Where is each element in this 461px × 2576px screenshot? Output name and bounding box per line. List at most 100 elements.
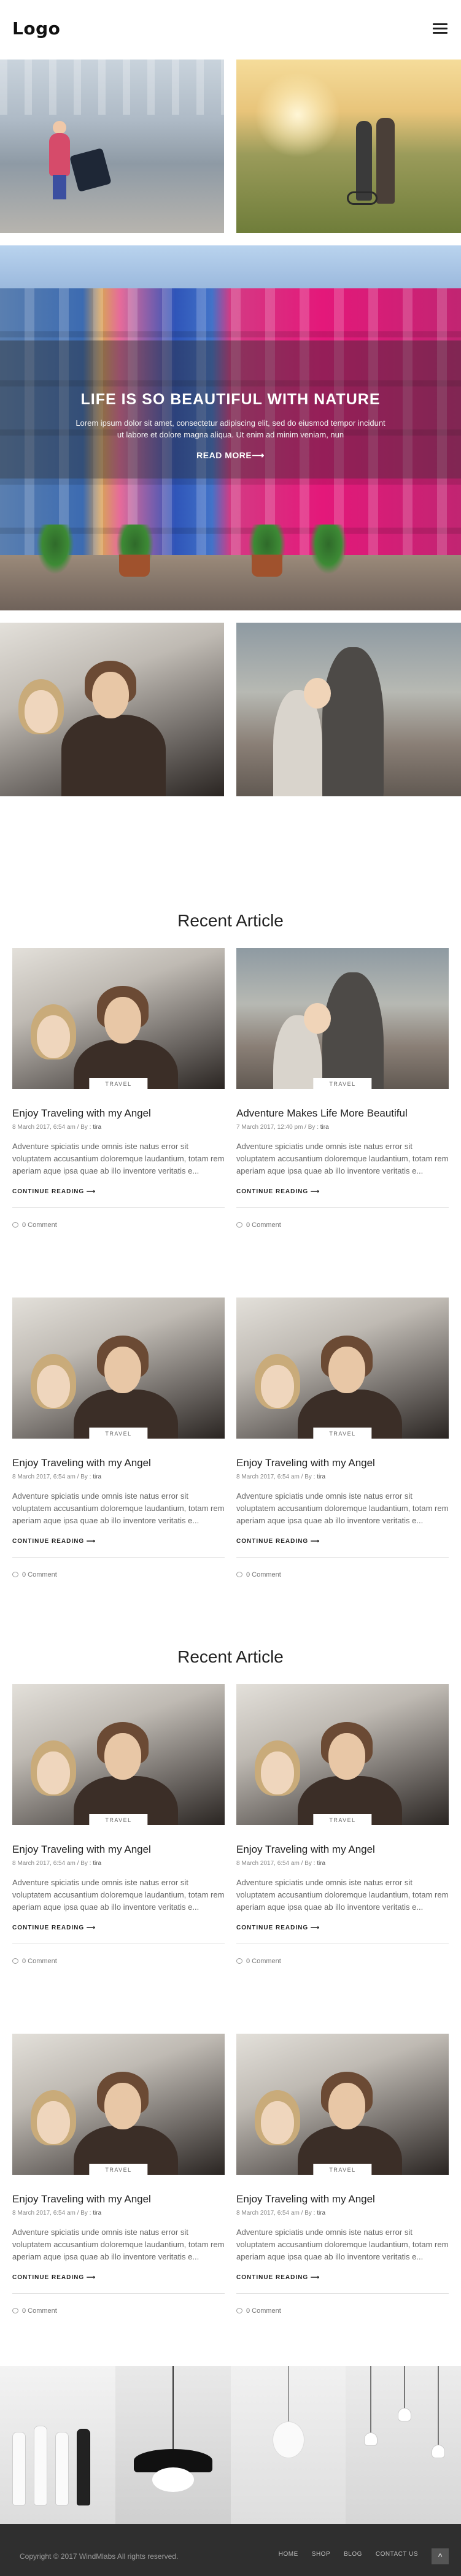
flower-pot bbox=[252, 555, 282, 577]
face bbox=[104, 1733, 141, 1780]
article-author[interactable]: tira bbox=[317, 2210, 325, 2217]
comment-link[interactable]: 0 Comment bbox=[12, 1221, 225, 1229]
section-title: Recent Article bbox=[177, 911, 284, 930]
article-date: 8 March 2017, 6:54 am bbox=[12, 1860, 76, 1867]
article-title[interactable]: Enjoy Traveling with my Angel bbox=[236, 1457, 449, 1469]
face bbox=[37, 1015, 70, 1058]
comment-link[interactable]: 0 Comment bbox=[236, 1221, 449, 1229]
bottles-photo[interactable] bbox=[0, 2366, 115, 2524]
footer-nav-contact[interactable]: CONTACT US bbox=[376, 2551, 418, 2558]
article-title[interactable]: Adventure Makes Life More Beautiful bbox=[236, 1107, 449, 1120]
category-tag[interactable]: TRAVEL bbox=[89, 1078, 148, 1089]
article-author[interactable]: tira bbox=[93, 1474, 101, 1480]
category-tag[interactable]: TRAVEL bbox=[313, 1814, 372, 1825]
face bbox=[37, 1365, 70, 1408]
site-logo[interactable]: Logo bbox=[12, 18, 60, 39]
article-image[interactable]: TRAVEL bbox=[12, 2034, 225, 2175]
comment-icon bbox=[12, 1958, 18, 1964]
bicycle bbox=[347, 191, 378, 205]
comment-link[interactable]: 0 Comment bbox=[12, 1571, 225, 1578]
arrow-right-icon: ⟶ bbox=[86, 1538, 96, 1545]
article-title[interactable]: Enjoy Traveling with my Angel bbox=[236, 2193, 449, 2205]
sun-glow bbox=[255, 72, 341, 158]
category-tag[interactable]: TRAVEL bbox=[313, 1078, 372, 1089]
article-image[interactable]: TRAVEL bbox=[12, 948, 225, 1089]
category-tag[interactable]: TRAVEL bbox=[89, 1814, 148, 1825]
article-title[interactable]: Enjoy Traveling with my Angel bbox=[12, 1107, 225, 1120]
comment-link[interactable]: 0 Comment bbox=[12, 2307, 225, 2315]
footer-nav-blog[interactable]: BLOG bbox=[344, 2551, 362, 2558]
article-image[interactable]: TRAVEL bbox=[236, 1298, 449, 1439]
arrow-right-icon: ⟶ bbox=[310, 1538, 320, 1545]
article-author[interactable]: tira bbox=[93, 1860, 101, 1867]
article-author[interactable]: tira bbox=[317, 1474, 325, 1480]
black-lamp-photo[interactable] bbox=[115, 2366, 231, 2524]
face bbox=[104, 2083, 141, 2129]
child bbox=[304, 1003, 331, 1034]
article-image[interactable]: TRAVEL bbox=[236, 948, 449, 1089]
continue-reading-label: CONTINUE READING bbox=[12, 1924, 85, 1931]
article-meta: 8 March 2017, 6:54 am / By : tira bbox=[236, 1860, 326, 1867]
hamburger-menu-icon[interactable] bbox=[433, 23, 447, 34]
article-by: By : bbox=[80, 1860, 91, 1867]
category-tag[interactable]: TRAVEL bbox=[313, 2164, 372, 2175]
article-author[interactable]: tira bbox=[93, 1124, 101, 1131]
women-photo[interactable] bbox=[0, 623, 224, 796]
footer-nav-home[interactable]: HOME bbox=[279, 2551, 298, 2558]
article-date: 8 March 2017, 6:54 am bbox=[236, 2210, 300, 2217]
white-lamp-photo[interactable] bbox=[230, 2366, 346, 2524]
article-author[interactable]: tira bbox=[317, 1860, 325, 1867]
comment-count: 0 Comment bbox=[246, 1958, 281, 1965]
continue-reading-link[interactable]: CONTINUE READING ⟶ bbox=[236, 1188, 449, 1195]
article-title[interactable]: Enjoy Traveling with my Angel bbox=[12, 2193, 225, 2205]
comment-count: 0 Comment bbox=[246, 2307, 281, 2315]
continue-reading-link[interactable]: CONTINUE READING ⟶ bbox=[236, 1538, 449, 1545]
article-image[interactable]: TRAVEL bbox=[12, 1298, 225, 1439]
continue-reading-link[interactable]: CONTINUE READING ⟶ bbox=[12, 2274, 225, 2281]
airport-kid-photo[interactable] bbox=[0, 60, 224, 233]
family-photo[interactable] bbox=[236, 623, 461, 796]
article-card: TRAVEL Enjoy Traveling with my Angel 8 Mar… bbox=[236, 1298, 449, 1578]
comment-link[interactable]: 0 Comment bbox=[236, 2307, 449, 2315]
article-title[interactable]: Enjoy Traveling with my Angel bbox=[12, 1457, 225, 1469]
comment-count: 0 Comment bbox=[22, 2307, 57, 2315]
article-image[interactable]: TRAVEL bbox=[236, 2034, 449, 2175]
continue-reading-link[interactable]: CONTINUE READING ⟶ bbox=[12, 1924, 225, 1931]
article-author[interactable]: tira bbox=[93, 2210, 101, 2217]
back-to-top-button[interactable]: ^ bbox=[432, 2548, 449, 2564]
comment-link[interactable]: 0 Comment bbox=[12, 1958, 225, 1965]
lamp-cord bbox=[287, 2366, 289, 2421]
article-by: By : bbox=[80, 2210, 91, 2217]
article-date: 8 March 2017, 6:54 am bbox=[12, 1474, 76, 1480]
bottle bbox=[34, 2426, 47, 2505]
continue-reading-link[interactable]: CONTINUE READING ⟶ bbox=[236, 2274, 449, 2281]
article-excerpt: Adventure spiciatis unde omnis iste natu… bbox=[236, 1142, 449, 1175]
continue-reading-label: CONTINUE READING bbox=[12, 1188, 85, 1195]
article-by: By : bbox=[304, 1860, 316, 1867]
kid-legs bbox=[53, 175, 66, 199]
face bbox=[328, 1733, 365, 1780]
category-tag[interactable]: TRAVEL bbox=[313, 1428, 372, 1439]
category-tag[interactable]: TRAVEL bbox=[89, 1428, 148, 1439]
card-divider bbox=[12, 2293, 225, 2294]
continue-reading-label: CONTINUE READING bbox=[236, 1538, 309, 1545]
category-tag[interactable]: TRAVEL bbox=[89, 2164, 148, 2175]
continue-reading-link[interactable]: CONTINUE READING ⟶ bbox=[12, 1188, 225, 1195]
article-title[interactable]: Enjoy Traveling with my Angel bbox=[12, 1844, 225, 1856]
pendant-lamps-photo[interactable] bbox=[346, 2366, 461, 2524]
footer-nav-shop[interactable]: SHOP bbox=[312, 2551, 330, 2558]
ceiling-lights bbox=[0, 60, 224, 115]
comment-link[interactable]: 0 Comment bbox=[236, 1958, 449, 1965]
comment-count: 0 Comment bbox=[22, 1958, 57, 1965]
comment-link[interactable]: 0 Comment bbox=[236, 1571, 449, 1578]
article-title[interactable]: Enjoy Traveling with my Angel bbox=[236, 1844, 449, 1856]
field-couple-photo[interactable] bbox=[236, 60, 461, 233]
continue-reading-link[interactable]: CONTINUE READING ⟶ bbox=[12, 1538, 225, 1545]
continue-reading-link[interactable]: CONTINUE READING ⟶ bbox=[236, 1924, 449, 1931]
lamp-shade bbox=[398, 2408, 412, 2421]
read-more-button[interactable]: READ MORE⟶ bbox=[0, 450, 461, 461]
article-image[interactable]: TRAVEL bbox=[12, 1684, 225, 1825]
continue-reading-label: CONTINUE READING bbox=[236, 1924, 309, 1931]
article-image[interactable]: TRAVEL bbox=[236, 1684, 449, 1825]
article-author[interactable]: tira bbox=[320, 1124, 329, 1131]
